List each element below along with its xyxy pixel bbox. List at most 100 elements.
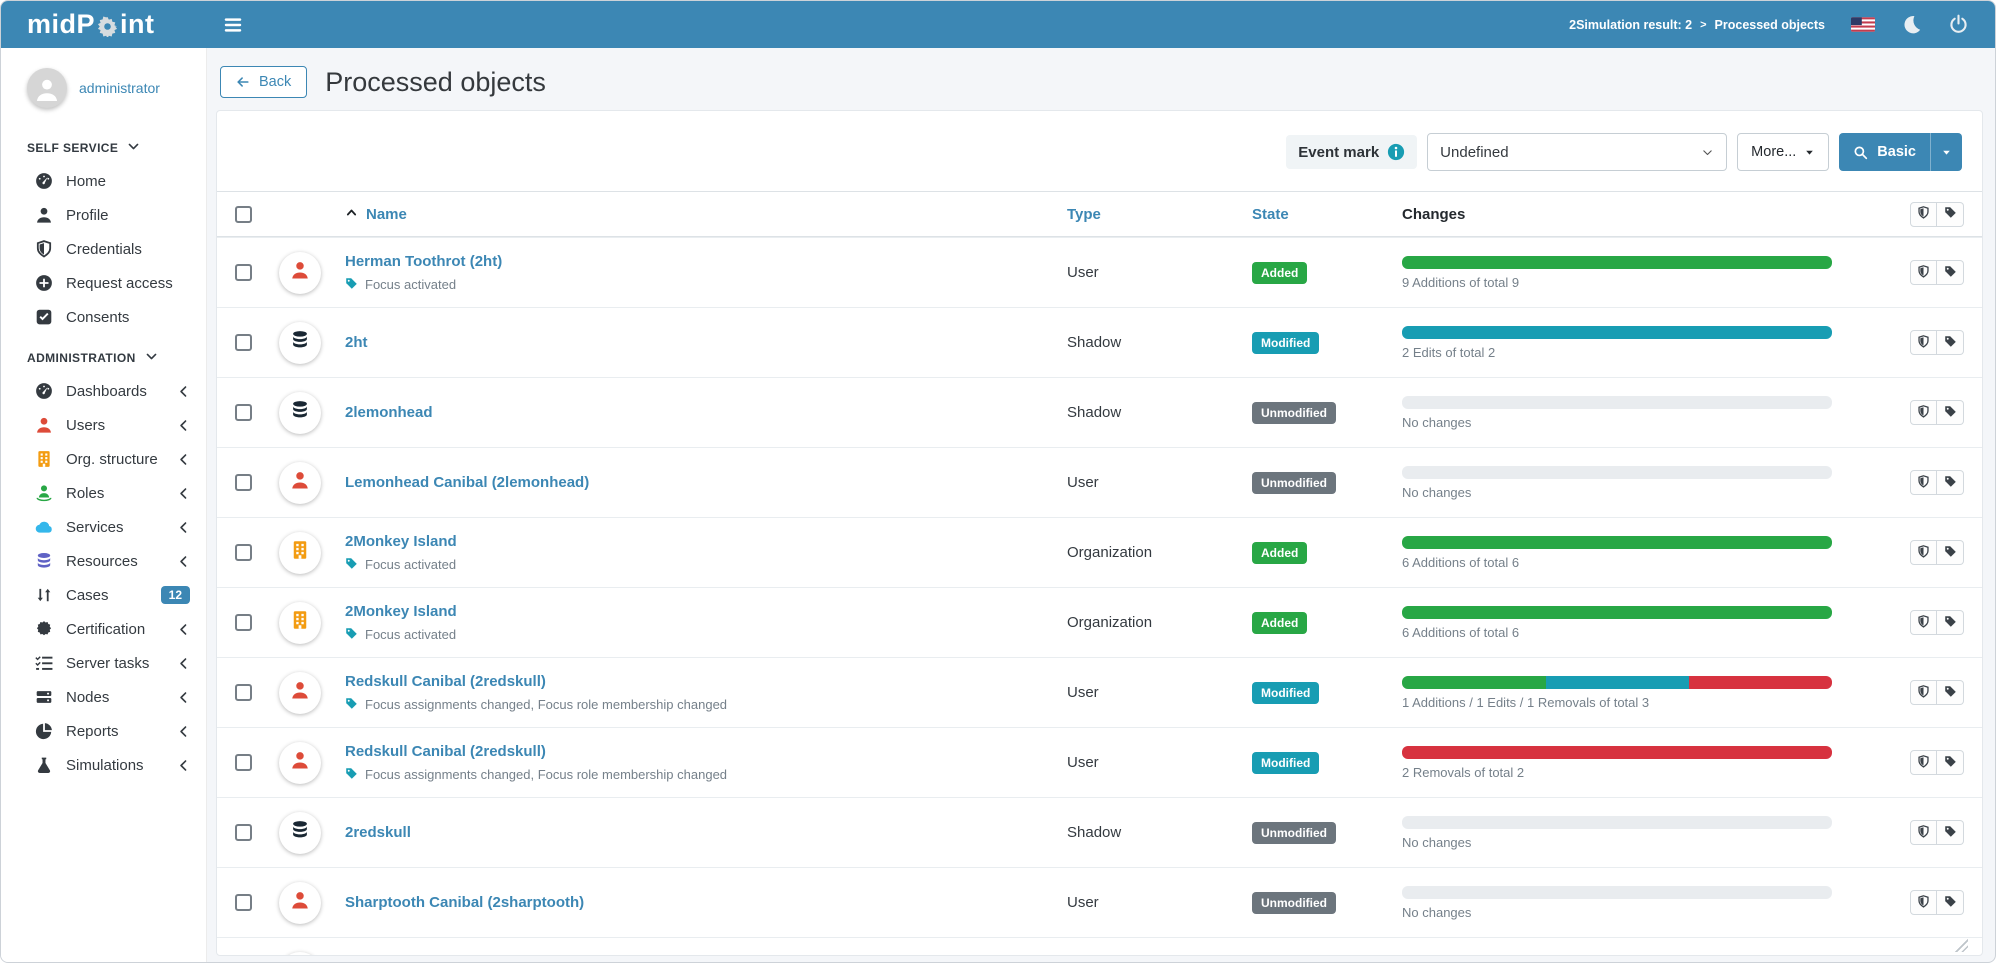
chevron-down-icon — [145, 350, 158, 366]
shield-half-button[interactable] — [1910, 260, 1937, 285]
row-checkbox[interactable] — [235, 334, 252, 351]
sidebar-item-label: Credentials — [66, 241, 190, 258]
column-header-state[interactable]: State — [1252, 206, 1402, 223]
tag-icon — [1944, 755, 1957, 771]
sidebar-section-title[interactable]: ADMINISTRATION — [1, 334, 206, 374]
sidebar-item-consents[interactable]: Consents — [1, 300, 206, 334]
shield-half-button[interactable] — [1910, 610, 1937, 635]
changes-caption: 1 Additions / 1 Edits / 1 Removals of to… — [1402, 695, 1832, 710]
object-name-link[interactable]: Lemonhead Canibal (2lemonhead) — [345, 474, 589, 491]
power-icon[interactable] — [1948, 14, 1969, 35]
state-badge: Unmodified — [1252, 822, 1336, 844]
sidebar-item-simulations[interactable]: Simulations — [1, 748, 206, 782]
shield-half-button[interactable] — [1910, 750, 1937, 775]
name-cell: 2redskull — [345, 824, 1067, 842]
table-row: Redskull Canibal (2redskull)Focus assign… — [217, 727, 1982, 797]
breadcrumb-parent[interactable]: 2Simulation result: 2 — [1569, 18, 1692, 32]
sidebar-item-services[interactable]: Services — [1, 510, 206, 544]
sidebar-item-nodes[interactable]: Nodes — [1, 680, 206, 714]
shield-half-icon — [1917, 755, 1930, 771]
row-checkbox[interactable] — [235, 404, 252, 421]
tag-button[interactable] — [1937, 680, 1964, 705]
object-name-link[interactable]: 2redskull — [345, 824, 411, 841]
state-badge: Added — [1252, 612, 1307, 634]
tag-button[interactable] — [1937, 540, 1964, 565]
sidebar-section-title[interactable]: SELF SERVICE — [1, 124, 206, 164]
us-flag-icon[interactable] — [1851, 17, 1875, 32]
shield-half-button[interactable] — [1910, 470, 1937, 495]
sidebar-item-reports[interactable]: Reports — [1, 714, 206, 748]
state-badge: Modified — [1252, 332, 1319, 354]
shield-half-button[interactable] — [1910, 820, 1937, 845]
sidebar-item-server-tasks[interactable]: Server tasks — [1, 646, 206, 680]
changes-cell: No changes — [1402, 466, 1854, 500]
object-name-link[interactable]: Herman Toothrot (2ht) — [345, 253, 502, 270]
hamburger-icon[interactable] — [222, 14, 244, 36]
sidebar-item-users[interactable]: Users — [1, 408, 206, 442]
building-icon — [290, 540, 310, 565]
tag-button[interactable] — [1937, 260, 1964, 285]
username[interactable]: administrator — [79, 80, 160, 96]
row-checkbox[interactable] — [235, 684, 252, 701]
sidebar-item-home[interactable]: Home — [1, 164, 206, 198]
sidebar-item-request-access[interactable]: Request access — [1, 266, 206, 300]
sidebar-item-profile[interactable]: Profile — [1, 198, 206, 232]
shield-half-button[interactable] — [1910, 890, 1937, 915]
object-name-link[interactable]: Redskull Canibal (2redskull) — [345, 673, 546, 690]
shield-half-button[interactable] — [1910, 330, 1937, 355]
object-name-link[interactable]: 2lemonhead — [345, 404, 433, 421]
select-all-checkbox[interactable] — [235, 206, 252, 223]
sidebar-item-cases[interactable]: Cases12 — [1, 578, 206, 612]
tag-button[interactable] — [1937, 400, 1964, 425]
shield-half-icon — [1917, 475, 1930, 491]
row-avatar — [279, 532, 321, 574]
row-checkbox[interactable] — [235, 754, 252, 771]
type-cell: User — [1067, 474, 1252, 491]
name-cell: 2lemonhead — [345, 404, 1067, 422]
shield-half-button[interactable] — [1910, 400, 1937, 425]
sidebar-item-roles[interactable]: Roles — [1, 476, 206, 510]
moon-icon[interactable] — [1901, 14, 1922, 35]
column-header-name[interactable]: Name — [345, 206, 1067, 223]
column-header-type[interactable]: Type — [1067, 206, 1252, 223]
changes-caption: 2 Removals of total 2 — [1402, 765, 1832, 780]
sidebar: administrator SELF SERVICE Home Profile Cre… — [1, 48, 206, 963]
tag-button[interactable] — [1937, 610, 1964, 635]
shield-half-button[interactable] — [1910, 202, 1937, 227]
sidebar-item-resources[interactable]: Resources — [1, 544, 206, 578]
tag-button[interactable] — [1937, 820, 1964, 845]
shield-half-button[interactable] — [1910, 680, 1937, 705]
sidebar-item-credentials[interactable]: Credentials — [1, 232, 206, 266]
event-mark-tagline: Focus activated — [345, 277, 1067, 293]
row-checkbox[interactable] — [235, 614, 252, 631]
object-name-link[interactable]: 2Monkey Island — [345, 533, 457, 550]
sidebar-item-label: Home — [66, 173, 190, 190]
shield-half-button[interactable] — [1910, 540, 1937, 565]
object-name-link[interactable]: 2ht — [345, 334, 368, 351]
tag-button[interactable] — [1937, 330, 1964, 355]
search-dropdown-caret[interactable] — [1930, 133, 1962, 171]
sidebar-item-certification[interactable]: Certification — [1, 612, 206, 646]
info-icon[interactable] — [1387, 143, 1405, 161]
basic-search-button[interactable]: Basic — [1839, 133, 1962, 171]
sidebar-item-dashboards[interactable]: Dashboards — [1, 374, 206, 408]
chevron-left-icon — [177, 555, 190, 568]
tag-button[interactable] — [1937, 202, 1964, 227]
row-checkbox[interactable] — [235, 474, 252, 491]
row-checkbox[interactable] — [235, 544, 252, 561]
tag-button[interactable] — [1937, 750, 1964, 775]
back-button[interactable]: Back — [220, 66, 307, 98]
more-button[interactable]: More... — [1737, 133, 1829, 171]
row-checkbox[interactable] — [235, 824, 252, 841]
tag-button[interactable] — [1937, 470, 1964, 495]
event-mark-select[interactable]: Undefined — [1427, 133, 1727, 171]
object-name-link[interactable]: Sharptooth Canibal (2sharptooth) — [345, 894, 584, 911]
sidebar-item-org-structure[interactable]: Org. structure — [1, 442, 206, 476]
row-checkbox[interactable] — [235, 264, 252, 281]
table-row: 2lemonheadShadowUnmodifiedNo changes — [217, 377, 1982, 447]
tag-button[interactable] — [1937, 890, 1964, 915]
chevron-down-icon — [1701, 146, 1714, 159]
object-name-link[interactable]: Redskull Canibal (2redskull) — [345, 743, 546, 760]
row-checkbox[interactable] — [235, 894, 252, 911]
object-name-link[interactable]: 2Monkey Island — [345, 603, 457, 620]
